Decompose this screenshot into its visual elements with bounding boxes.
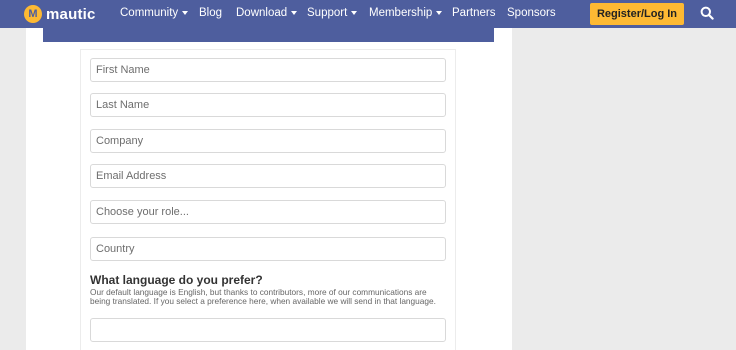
caret-down-icon (291, 10, 298, 15)
nav-item-blog[interactable]: Blog (199, 0, 222, 28)
company-input[interactable] (90, 129, 446, 153)
last-name-input[interactable] (90, 93, 446, 117)
nav-item-label: Community (120, 7, 179, 19)
nav-item-label: Download (236, 7, 288, 19)
left-gutter (0, 28, 26, 350)
nav-item-support[interactable]: Support (307, 0, 358, 28)
language-help-text: Our default language is English, but tha… (90, 287, 436, 306)
email-input[interactable] (90, 164, 446, 188)
nav-item-sponsors[interactable]: Sponsors (507, 0, 556, 28)
nav-item-download[interactable]: Download (236, 0, 298, 28)
language-input[interactable] (90, 318, 446, 342)
caret-down-icon (351, 10, 358, 15)
nav-item-label: Membership (369, 7, 433, 19)
header-banner (43, 28, 494, 42)
nav-item-community[interactable]: Community (120, 0, 189, 28)
top-navbar: mautic Community Blog Download Support M… (0, 0, 736, 28)
nav-item-partners[interactable]: Partners (452, 0, 495, 28)
nav-item-label: Support (307, 7, 348, 19)
nav-item-label: Blog (199, 7, 223, 19)
caret-down-icon (182, 10, 189, 15)
first-name-input[interactable] (90, 58, 446, 82)
nav-item-membership[interactable]: Membership (369, 0, 443, 28)
role-input[interactable] (90, 200, 446, 224)
register-login-button[interactable]: Register/Log In (590, 3, 684, 25)
right-sidebar-area (512, 28, 736, 350)
nav-item-label: Partners (452, 7, 496, 19)
nav-item-label: Sponsors (507, 7, 556, 19)
language-question-label: What language do you prefer? (90, 273, 263, 287)
mautic-logo[interactable]: mautic (24, 3, 96, 25)
mautic-logo-icon (24, 5, 42, 23)
caret-down-icon (436, 10, 443, 15)
search-icon[interactable] (700, 6, 714, 20)
country-input[interactable] (90, 237, 446, 261)
logo-text: mautic (46, 5, 96, 23)
